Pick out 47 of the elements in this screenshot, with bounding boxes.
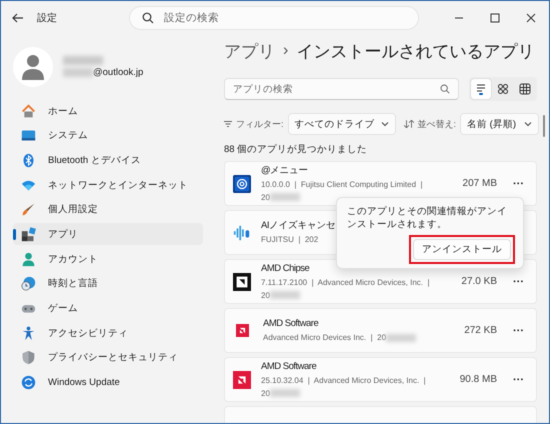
search-field[interactable]: 設定の検索 (129, 6, 419, 30)
app-details: 25.10.32.04 | Advanced Micro Devices, Inc. | (261, 374, 426, 386)
app-name: AMD Software (263, 317, 318, 331)
sidebar-item[interactable]: ゲーム (13, 298, 203, 320)
sidebar-item[interactable]: ネットワークとインターネット (13, 174, 203, 196)
app-name: AIノイズキャンセ (261, 219, 336, 233)
app-details: 10.0.0.0 | Fujitsu Client Computing Limited | (261, 178, 423, 190)
account-email: @outlook.jp (93, 67, 144, 78)
page-title: インストールされているアプリ (296, 40, 534, 62)
app-name: @メニュー (261, 164, 308, 178)
sidebar-item[interactable]: アプリ (13, 223, 203, 246)
more-button[interactable]: ··· (509, 322, 528, 338)
window-title: 設定 (37, 12, 58, 25)
sidebar-item[interactable]: アクセシビリティ (13, 322, 203, 344)
sort-dropdown[interactable]: 名前 (昇順) (460, 113, 539, 135)
result-count: 88 個のアプリが見つかりました (224, 143, 368, 156)
sidebar-item[interactable]: ホーム (13, 100, 203, 122)
app-details: 20 (261, 388, 270, 400)
more-button[interactable]: ··· (509, 176, 528, 192)
app-size: 90.8 MB (460, 374, 497, 385)
app-details: 20 (261, 290, 270, 302)
uninstall-button[interactable]: アンインストール (413, 239, 511, 260)
sidebar-item[interactable]: Bluetooth とデバイス (13, 149, 203, 172)
app-details: Advanced Micro Devices Inc. | 20 (263, 332, 386, 344)
app-details: 20 (261, 192, 270, 204)
app-name: AMD Chipse (261, 262, 310, 276)
sidebar-item[interactable]: プライバシーとセキュリティ (13, 346, 203, 369)
filter-dropdown[interactable]: すべてのドライブ (288, 113, 396, 135)
sidebar-item[interactable]: システム (13, 124, 203, 147)
breadcrumb-link[interactable]: アプリ (224, 40, 275, 62)
filter-label: フィルター: (236, 118, 284, 130)
more-button[interactable]: ··· (509, 274, 528, 290)
flyout-message: このアプリとその関連情報がアンインストールされます。 (347, 205, 508, 231)
breadcrumb-separator: › (283, 42, 288, 60)
sidebar-item[interactable]: 時刻と言語 (13, 272, 203, 295)
sort-label: 並べ替え: (418, 118, 456, 130)
app-details: FUJITSU | 202 (261, 234, 318, 246)
sidebar-item[interactable]: Windows Update (13, 372, 203, 394)
app-details: 7.11.17.2100 | Advanced Micro Devices, Inc. | (261, 276, 430, 288)
sidebar-item[interactable]: アカウント (13, 248, 203, 270)
app-search-field[interactable]: アプリの検索 (224, 78, 459, 100)
app-name: AMD Software (261, 360, 316, 374)
app-size: 272 KB (464, 325, 497, 336)
more-button[interactable]: ··· (509, 372, 528, 388)
app-size: 207 MB (462, 178, 497, 189)
sidebar-item[interactable]: 個人用設定 (13, 198, 203, 221)
app-size: 27.0 KB (461, 276, 497, 287)
